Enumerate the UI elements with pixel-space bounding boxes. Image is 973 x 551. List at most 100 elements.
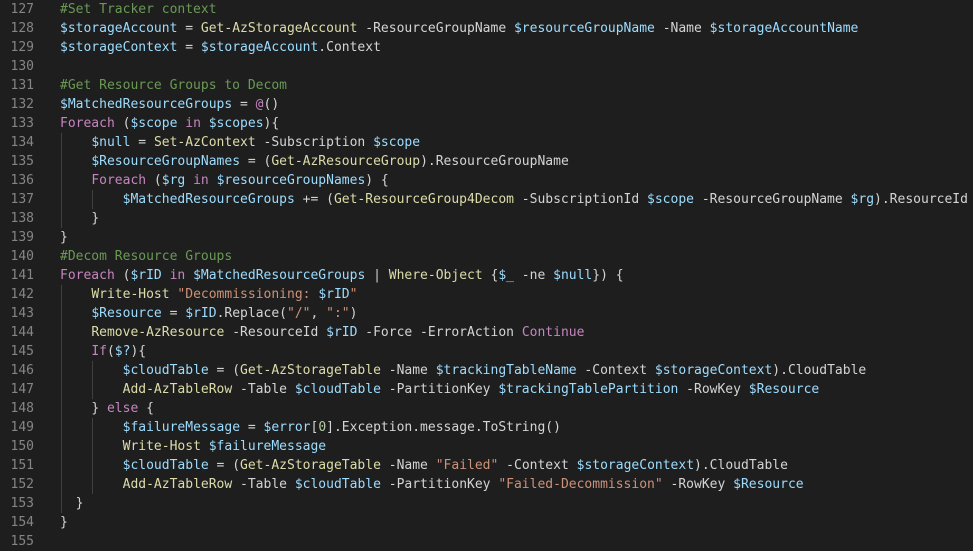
token-default: ).ResourceGroupName: [420, 154, 569, 169]
code-line[interactable]: 151 $cloudTable = (Get-AzStorageTable -N…: [0, 456, 973, 475]
code-line[interactable]: 147 Add-AzTableRow -Table $cloudTable -P…: [0, 380, 973, 399]
code-text: }: [60, 513, 68, 532]
code-line[interactable]: 140 #Decom Resource Groups: [0, 247, 973, 266]
token-cmd: Remove-AzResource: [91, 325, 225, 340]
line-number: 145: [10, 344, 34, 359]
token-op: =: [240, 420, 264, 435]
token-param: -Context: [498, 458, 577, 473]
code-line[interactable]: 134 $null = Set-AzContext -Subscription …: [0, 133, 973, 152]
token-param: -Table: [232, 382, 295, 397]
code-text: $ResourceGroupNames = (Get-AzResourceGro…: [60, 152, 569, 171]
token-var: $storageAccount: [60, 21, 178, 36]
token-default: [201, 439, 209, 454]
line-number: 155: [10, 534, 34, 549]
token-kw: Foreach: [60, 116, 115, 131]
code-line[interactable]: 152 Add-AzTableRow -Table $cloudTable -P…: [0, 475, 973, 494]
code-text: $MatchedResourceGroups += (Get-ResourceG…: [60, 190, 968, 209]
code-line[interactable]: 138 }: [0, 209, 973, 228]
line-number: 130: [10, 59, 34, 74]
token-var: $Resource: [91, 306, 162, 321]
token-default: (: [232, 363, 241, 378]
code-text: $storageAccount = Get-AzStorageAccount -…: [60, 19, 858, 38]
code-line[interactable]: 129 $storageContext = $storageAccount.Con…: [0, 38, 973, 57]
code-line[interactable]: 143 $Resource = $rID.Replace("/", ":"): [0, 304, 973, 323]
code-line[interactable]: 128 $storageAccount = Get-AzStorageAccoun…: [0, 19, 973, 38]
token-kw: Foreach: [91, 173, 147, 188]
line-number: 143: [10, 306, 34, 321]
code-line[interactable]: 154}: [0, 513, 973, 532]
code-text: Foreach ($rg in $resourceGroupNames) {: [60, 171, 389, 190]
line-number: 134: [10, 135, 34, 150]
token-default: ) {: [365, 173, 389, 188]
token-param: -Name: [380, 363, 436, 378]
code-text: #Get Resource Groups to Decom: [60, 76, 287, 95]
code-line[interactable]: 146 $cloudTable = (Get-AzStorageTable -N…: [0, 361, 973, 380]
code-line[interactable]: 141 Foreach ($rID in $MatchedResourceGrou…: [0, 266, 973, 285]
token-default: }: [91, 401, 107, 416]
token-var: $rg: [161, 173, 186, 188]
token-default: ){: [130, 344, 147, 359]
token-cmd: Get-AzStorageAccount: [200, 21, 358, 36]
code-line[interactable]: 145 If($?){: [0, 342, 973, 361]
line-number: 137: [10, 192, 34, 207]
code-line[interactable]: 132 $MatchedResourceGroups = @(): [0, 95, 973, 114]
token-default: ).CloudTable: [694, 458, 788, 473]
token-var: $Resource: [733, 477, 804, 492]
code-line[interactable]: 150 Write-Host $failureMessage: [0, 437, 973, 456]
token-param: -Force -ErrorAction: [357, 325, 522, 340]
token-default: {: [482, 268, 499, 283]
token-var: $ResourceGroupNames: [91, 154, 241, 169]
code-line[interactable]: 130: [0, 57, 973, 76]
code-text: }: [60, 228, 68, 247]
code-line[interactable]: 153 }: [0, 494, 973, 513]
token-default: (: [326, 192, 334, 207]
code-line[interactable]: 133 Foreach ($scope in $scopes){: [0, 114, 973, 133]
code-line[interactable]: 127 #Set Tracker context: [0, 0, 973, 19]
code-line[interactable]: 137 $MatchedResourceGroups += (Get-Resou…: [0, 190, 973, 209]
token-default: (: [106, 344, 115, 359]
code-text: #Set Tracker context: [60, 0, 217, 19]
token-var: $rg: [850, 192, 875, 207]
token-op: +=: [294, 192, 327, 207]
token-var: $failureMessage: [208, 439, 327, 454]
code-line[interactable]: 148 } else {: [0, 399, 973, 418]
token-param: -ResourceGroupName: [357, 21, 514, 36]
code-line[interactable]: 136 Foreach ($rg in $resourceGroupNames)…: [0, 171, 973, 190]
code-line[interactable]: 149 $failureMessage = $error[0].Exceptio…: [0, 418, 973, 437]
token-var: $MatchedResourceGroups: [193, 268, 366, 283]
token-str: "/": [287, 306, 311, 321]
token-op: =: [208, 363, 233, 378]
code-text: $null = Set-AzContext -Subscription $sco…: [60, 133, 420, 152]
line-number: 139: [10, 230, 34, 245]
line-number: 140: [10, 249, 34, 264]
code-text: Foreach ($scope in $scopes){: [60, 114, 279, 133]
token-var: $MatchedResourceGroups: [122, 192, 295, 207]
token-var: $error: [263, 420, 311, 435]
code-text: Add-AzTableRow -Table $cloudTable -Parti…: [60, 475, 804, 494]
code-line[interactable]: 142 Write-Host "Decommissioning: $rID": [0, 285, 973, 304]
token-var: $rID: [130, 268, 162, 283]
token-var: $cloudTable: [122, 458, 209, 473]
code-line[interactable]: 139}: [0, 228, 973, 247]
token-param: -PartitionKey: [380, 382, 499, 397]
code-text: }: [60, 209, 99, 228]
code-text: #Decom Resource Groups: [60, 247, 232, 266]
code-line[interactable]: 131 #Get Resource Groups to Decom: [0, 76, 973, 95]
code-editor[interactable]: 127 #Set Tracker context 128 $storageAccoun…: [0, 0, 973, 551]
token-var: $resourceGroupNames: [216, 173, 366, 188]
token-default: (: [146, 173, 162, 188]
token-str: "Decommissioning:: [177, 287, 319, 302]
token-var: $storageContext: [654, 363, 773, 378]
token-comment: #Get Resource Groups to Decom: [60, 78, 287, 93]
token-cmd: Write-Host: [122, 439, 201, 454]
token-param: -Context: [576, 363, 655, 378]
code-line[interactable]: 144 Remove-AzResource -ResourceId $rID -…: [0, 323, 973, 342]
token-default: (: [114, 268, 131, 283]
token-kw: Foreach: [60, 268, 115, 283]
token-var: $trackingTablePartition: [498, 382, 679, 397]
token-op: =: [130, 135, 154, 150]
code-text: Write-Host "Decommissioning: $rID": [60, 285, 357, 304]
line-number: 127: [10, 2, 34, 17]
code-line[interactable]: 135 $ResourceGroupNames = (Get-AzResourc…: [0, 152, 973, 171]
code-line[interactable]: 155: [0, 532, 973, 551]
